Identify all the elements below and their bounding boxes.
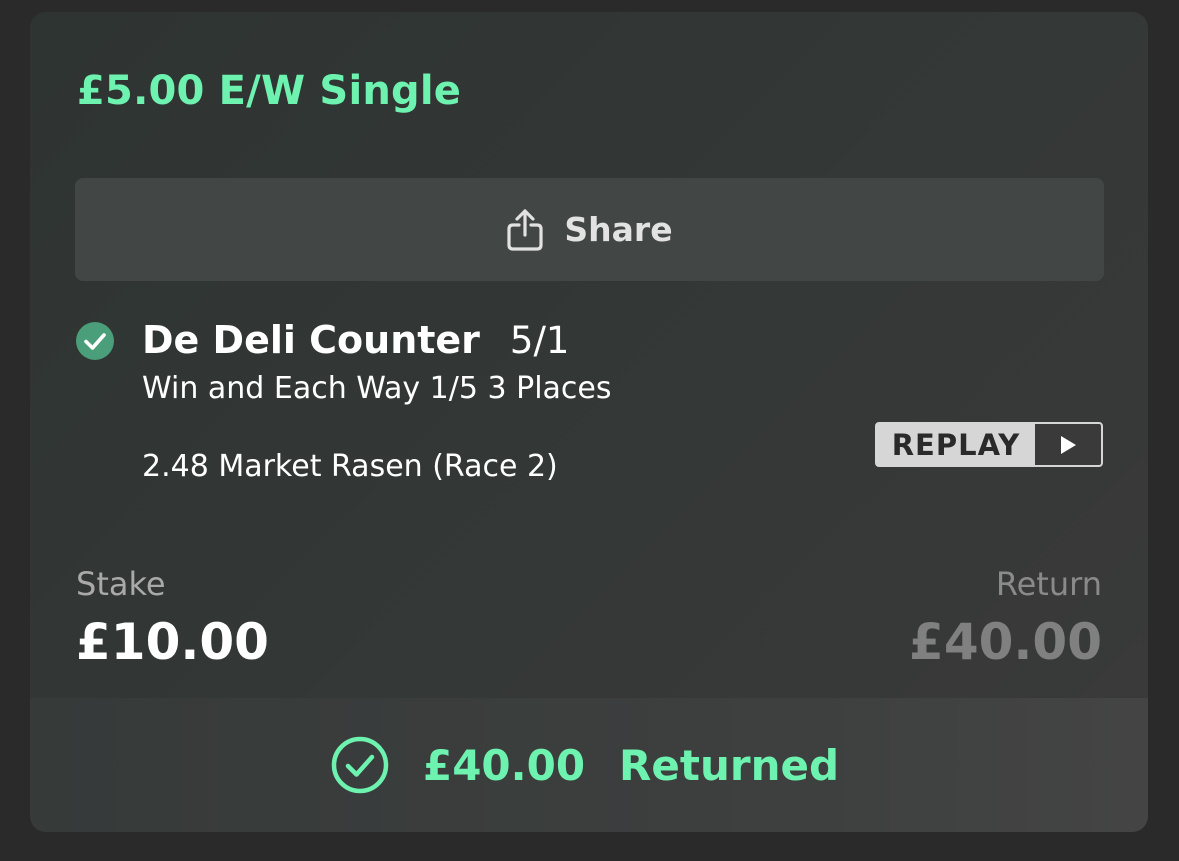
replay-button[interactable]: REPLAY — [875, 422, 1103, 467]
return-value: £40.00 — [909, 613, 1102, 671]
event-description: 2.48 Market Rasen (Race 2) — [142, 449, 558, 484]
replay-label: REPLAY — [891, 427, 1021, 462]
selection-name: De Deli Counter — [142, 318, 480, 362]
check-circle-outline-icon — [331, 736, 423, 794]
bet-card: £5.00 E/W Single Share De Deli Counter 5… — [30, 12, 1148, 832]
share-icon — [506, 208, 544, 252]
market-description: Win and Each Way 1/5 3 Places — [142, 371, 612, 406]
selection-odds: 5/1 — [509, 319, 570, 362]
stake-value: £10.00 — [76, 613, 269, 671]
stake-label: Stake — [76, 565, 166, 603]
returned-summary: £40.00 Returned — [331, 736, 839, 794]
returned-status: Returned — [619, 740, 840, 790]
selection-row: De Deli Counter 5/1 — [142, 318, 569, 362]
check-circle-icon — [75, 321, 115, 361]
play-icon — [1035, 424, 1101, 465]
share-label: Share — [564, 210, 673, 249]
returned-footer: £40.00 Returned — [30, 698, 1148, 832]
return-label: Return — [995, 565, 1102, 603]
returned-amount: £40.00 — [422, 740, 586, 790]
share-button[interactable]: Share — [75, 178, 1104, 281]
bet-title: £5.00 E/W Single — [77, 68, 462, 114]
